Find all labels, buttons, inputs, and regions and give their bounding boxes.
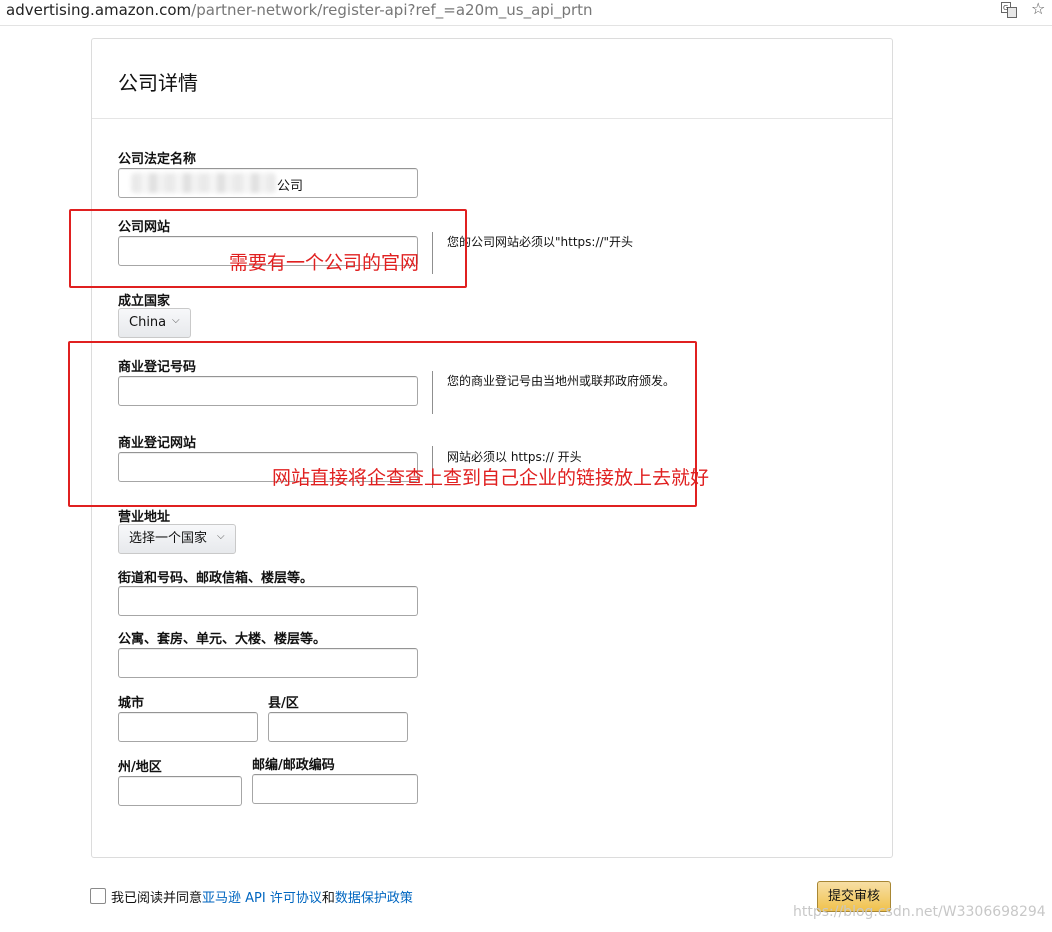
address-url[interactable]: advertising.amazon.com/partner-network/r…: [6, 0, 593, 20]
agree-prefix: 我已阅读并同意: [111, 891, 203, 906]
card-header: 公司详情: [92, 39, 892, 119]
annotation-registration-note: 网站直接将企查查上查到自己企业的链接放上去就好: [272, 467, 710, 489]
country-label: 成立国家: [118, 294, 171, 309]
apartment-input[interactable]: [118, 648, 418, 678]
svg-text:G: G: [1003, 4, 1008, 12]
redacted-text: [131, 173, 276, 193]
license-link[interactable]: 亚马逊 API 许可协议: [202, 891, 322, 906]
annotation-website-note: 需要有一个公司的官网: [229, 252, 420, 274]
agree-and: 和: [321, 891, 335, 906]
address-country-selected: 选择一个国家: [129, 531, 208, 546]
postal-label: 邮编/邮政编码: [252, 758, 335, 773]
apartment-label: 公寓、套房、单元、大楼、楼层等。: [118, 632, 327, 647]
agree-checkbox[interactable]: [90, 888, 106, 904]
browser-address-bar[interactable]: advertising.amazon.com/partner-network/r…: [0, 0, 1052, 26]
business-address-label: 营业地址: [118, 510, 171, 525]
legal-name-value: 公司: [277, 179, 304, 194]
county-input[interactable]: [268, 712, 408, 742]
state-input[interactable]: [118, 776, 242, 806]
county-label: 县/区: [268, 696, 299, 711]
bookmark-star-icon[interactable]: ☆: [1031, 0, 1045, 18]
city-input[interactable]: [118, 712, 258, 742]
chevron-down-icon: ⌵: [217, 531, 225, 542]
url-path: /partner-network/register-api?ref_=a20m_…: [191, 1, 593, 19]
chevron-down-icon: ⌵: [172, 315, 180, 326]
postal-input[interactable]: [252, 774, 418, 804]
legal-name-label: 公司法定名称: [118, 152, 197, 167]
street-input[interactable]: [118, 586, 418, 616]
page-title: 公司详情: [118, 71, 198, 95]
state-label: 州/地区: [118, 760, 162, 775]
agree-text: 我已阅读并同意亚马逊 API 许可协议和数据保护政策: [111, 887, 413, 906]
city-label: 城市: [118, 696, 145, 711]
legal-name-input[interactable]: 公司: [118, 168, 418, 198]
watermark: https://blog.csdn.net/W3306698294: [793, 904, 1046, 920]
address-country-dropdown[interactable]: 选择一个国家 ⌵: [118, 524, 236, 554]
country-dropdown[interactable]: China ⌵: [118, 308, 191, 338]
translate-icon[interactable]: G: [1001, 2, 1017, 18]
street-label: 街道和号码、邮政信箱、楼层等。: [118, 571, 314, 586]
country-selected: China: [129, 315, 167, 330]
privacy-link[interactable]: 数据保护政策: [335, 891, 413, 906]
url-host: advertising.amazon.com: [6, 1, 192, 19]
